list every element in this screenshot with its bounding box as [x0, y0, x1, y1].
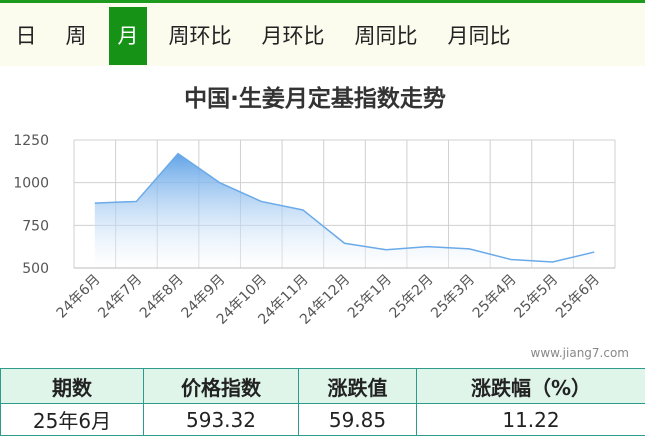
y-tick-label: 750	[22, 218, 49, 234]
index-chart: 中国·生姜月定基指数走势 500 750 1000 1250 24年6月24年7月24…	[13, 85, 616, 328]
tab-week-yoy[interactable]: 周同比	[348, 7, 424, 65]
info-table: 期数 价格指数 涨跌值 涨跌幅（%） 25年6月 593.32 59.85 11…	[0, 368, 645, 436]
chart-title: 中国·生姜月定基指数走势	[184, 85, 446, 112]
header-change-pct: 涨跌幅（%）	[416, 368, 645, 404]
header-period: 期数	[0, 368, 144, 404]
series-area	[94, 153, 595, 268]
x-tick-label: 25年3月	[428, 272, 478, 322]
table-row: 25年6月 593.32 59.85 11.22	[0, 403, 645, 436]
header-change-value: 涨跌值	[298, 368, 417, 404]
cell-change-pct: 11.22	[416, 403, 645, 436]
x-tick-label: 25年4月	[470, 272, 520, 322]
tab-week[interactable]: 周	[58, 7, 94, 65]
x-tick-label: 24年7月	[95, 272, 145, 322]
x-tick-label: 25年6月	[553, 272, 603, 322]
area-layer	[94, 152, 595, 268]
watermark: www.jiang7.com	[530, 346, 629, 360]
tab-month[interactable]: 月	[109, 7, 147, 65]
tab-month-mom[interactable]: 月环比	[255, 7, 331, 65]
x-tick-label: 24年8月	[137, 272, 187, 322]
header-price-index: 价格指数	[143, 368, 299, 404]
x-tick-label: 25年5月	[511, 272, 561, 322]
tab-week-mom[interactable]: 周环比	[162, 7, 238, 65]
y-tick-label: 500	[22, 261, 49, 277]
x-axis: 24年6月24年7月24年8月24年9月24年10月24年11月24年12月25…	[54, 267, 615, 328]
table-header-row: 期数 价格指数 涨跌值 涨跌幅（%）	[0, 368, 645, 404]
period-tabbar: 日 周 月 周环比 月环比 周同比 月同比	[0, 0, 645, 66]
cell-change-value: 59.85	[298, 403, 417, 436]
chart-container: 中国·生姜月定基指数走势 500 750 1000 1250 24年6月 24年7月 24…	[0, 66, 645, 368]
tab-month-yoy[interactable]: 月同比	[441, 7, 517, 65]
x-tick-label: 24年6月	[54, 272, 104, 322]
x-tick-label: 25年2月	[387, 272, 437, 322]
y-axis: 500 750 1000 1250	[13, 133, 49, 277]
tab-day[interactable]: 日	[8, 7, 44, 65]
cell-price-index: 593.32	[143, 403, 299, 436]
y-tick-label: 1000	[13, 176, 49, 192]
cell-period: 25年6月	[0, 403, 144, 436]
y-tick-label: 1250	[13, 133, 49, 149]
x-tick-label: 25年1月	[345, 272, 395, 322]
